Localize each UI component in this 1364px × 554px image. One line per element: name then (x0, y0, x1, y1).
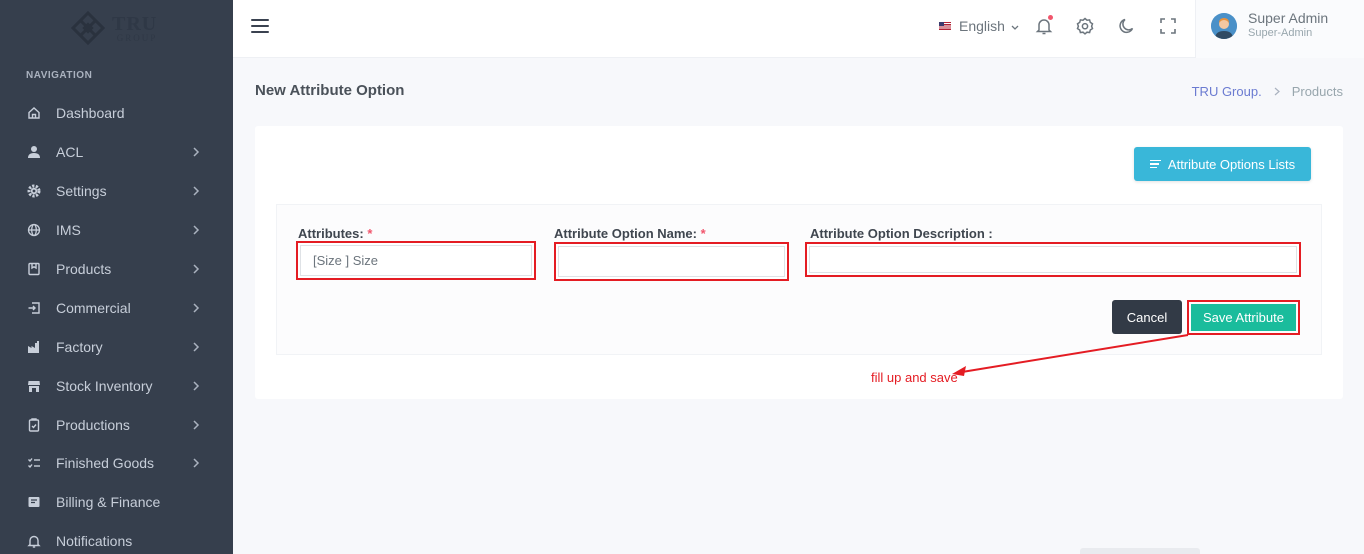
avatar (1211, 13, 1237, 39)
breadcrumb-home-link[interactable]: TRU Group. (1192, 84, 1262, 99)
breadcrumb-current: Products (1291, 84, 1343, 99)
option-name-input[interactable] (558, 246, 785, 277)
sidebar-item-finished-goods[interactable]: Finished Goods (0, 444, 233, 483)
menu-toggle-icon[interactable] (251, 19, 269, 33)
attribute-options-lists-label: Attribute Options Lists (1167, 156, 1296, 172)
option-description-highlight-box (805, 242, 1301, 277)
language-label: English (959, 18, 1005, 34)
sidebar-item-productions[interactable]: Productions (0, 405, 233, 444)
dark-mode-moon-icon[interactable] (1117, 16, 1137, 36)
sidebar-item-label: Billing & Finance (56, 494, 161, 511)
sidebar-item-label: ACL (56, 144, 84, 161)
brand-logo[interactable]: TRU GROUP (70, 8, 170, 48)
sidebar-item-dashboard[interactable]: Dashboard (0, 94, 233, 133)
topbar: English Super Admin Super-Admin (233, 0, 1364, 58)
chevron-right-icon (192, 222, 200, 238)
sidebar-item-label: Dashboard (56, 105, 125, 122)
notifications-bell-icon[interactable] (1034, 15, 1054, 36)
page-title: New Attribute Option (255, 82, 405, 99)
chevron-right-icon (192, 455, 200, 471)
cancel-button[interactable]: Cancel (1112, 300, 1182, 334)
sidebar-item-billing-finance[interactable]: Billing & Finance (0, 483, 233, 522)
attributes-highlight-box: [Size ] Size (296, 241, 536, 280)
save-highlight-box: Save Attribute (1187, 300, 1300, 335)
fullscreen-icon[interactable] (1158, 16, 1178, 36)
option-name-label: Attribute Option Name: * (554, 226, 706, 241)
brand-name: TRU GROUP (112, 14, 157, 43)
list-icon (1149, 158, 1161, 171)
chevron-right-icon (192, 300, 200, 316)
sidebar: TRU GROUP NAVIGATION Dashboard ACL Setti… (0, 0, 233, 554)
sidebar-item-ims[interactable]: IMS (0, 211, 233, 250)
sidebar-item-commercial[interactable]: Commercial (0, 288, 233, 327)
login-icon (26, 300, 42, 316)
globe-icon (26, 222, 42, 238)
attribute-options-lists-button[interactable]: Attribute Options Lists (1134, 147, 1311, 181)
language-selector[interactable]: English (939, 18, 1019, 34)
sidebar-item-label: Products (56, 261, 112, 277)
nav-section-label: NAVIGATION (26, 70, 93, 81)
sidebar-item-label: Commercial (56, 299, 131, 316)
sidebar-item-products[interactable]: Products (0, 250, 233, 289)
sidebar-item-label: Productions (56, 416, 130, 433)
gear-icon (26, 183, 42, 199)
sidebar-item-label: IMS (56, 222, 81, 239)
attributes-select[interactable]: [Size ] Size (300, 245, 532, 276)
clipboard-icon (26, 417, 42, 433)
save-attribute-button[interactable]: Save Attribute (1191, 304, 1296, 331)
annotation-text: fill up and save (871, 370, 958, 385)
bookmark-icon (26, 261, 42, 277)
sidebar-item-acl[interactable]: ACL (0, 133, 233, 172)
option-description-input[interactable] (809, 246, 1297, 273)
sidebar-item-label: Notifications (56, 533, 133, 550)
bell-icon (26, 533, 42, 549)
chevron-right-icon (192, 144, 200, 160)
brand-subtitle: GROUP (116, 32, 158, 43)
breadcrumb-separator-icon (1274, 84, 1280, 99)
option-name-label-text: Attribute Option Name: (554, 226, 697, 241)
breadcrumb: TRU Group. Products (1192, 84, 1343, 99)
logo-mark-icon (70, 10, 106, 46)
bill-icon (26, 494, 42, 510)
sidebar-item-label: Settings (56, 183, 107, 200)
settings-gear-icon[interactable] (1075, 16, 1095, 36)
chevron-right-icon (192, 417, 200, 433)
option-name-highlight-box (554, 242, 789, 281)
sidebar-item-label: Stock Inventory (56, 377, 153, 394)
checklist-icon (26, 455, 42, 471)
store-icon (26, 378, 42, 394)
chevron-right-icon (192, 378, 200, 394)
brand-title: TRU (112, 12, 158, 35)
option-description-label: Attribute Option Description : (810, 226, 993, 241)
sidebar-item-settings[interactable]: Settings (0, 172, 233, 211)
user-name: Super Admin (1248, 10, 1329, 26)
sidebar-item-stock-inventory[interactable]: Stock Inventory (0, 366, 233, 405)
chevron-down-icon (1011, 18, 1019, 34)
required-mark: * (700, 226, 706, 241)
home-icon (26, 105, 42, 121)
sidebar-item-notifications[interactable]: Notifications (0, 522, 233, 554)
attributes-label: Attributes: * (298, 226, 372, 241)
chevron-right-icon (192, 183, 200, 199)
us-flag-icon (939, 22, 951, 30)
footer-edge (1080, 548, 1200, 554)
required-mark: * (367, 226, 373, 241)
sidebar-item-label: Finished Goods (56, 455, 155, 472)
notification-dot (1048, 15, 1053, 20)
chevron-right-icon (192, 339, 200, 355)
factory-icon (26, 339, 42, 355)
attributes-label-text: Attributes: (298, 226, 364, 241)
sidebar-nav: Dashboard ACL Settings IMS Products Comm… (0, 94, 233, 554)
user-icon (26, 144, 42, 160)
sidebar-item-label: Factory (56, 338, 103, 355)
sidebar-item-factory[interactable]: Factory (0, 327, 233, 366)
chevron-right-icon (192, 261, 200, 277)
user-role: Super-Admin (1248, 27, 1313, 39)
user-menu[interactable]: Super Admin Super-Admin (1195, 0, 1364, 58)
option-description-label-text: Attribute Option Description : (810, 226, 993, 241)
